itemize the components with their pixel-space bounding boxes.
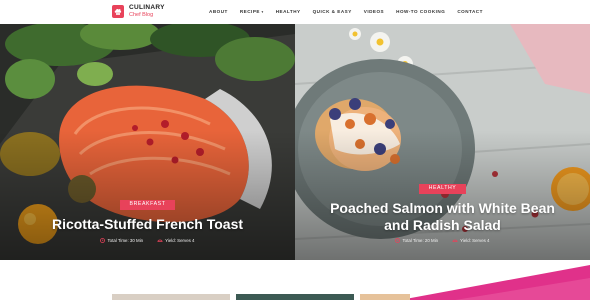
dish-icon: [452, 239, 458, 242]
chevron-down-icon: ▾: [261, 9, 264, 14]
dish-icon: [157, 239, 163, 242]
recipe-thumbnail[interactable]: [236, 294, 354, 300]
nav-contact[interactable]: CONTACT: [457, 9, 483, 14]
post-title[interactable]: Ricotta-Stuffed French Toast: [0, 216, 295, 233]
nav-quick-easy[interactable]: QUICK & EASY: [313, 9, 352, 14]
nav-how-to-cooking[interactable]: HOW-TO COOKING: [396, 9, 445, 14]
nav-about[interactable]: ABOUT: [209, 9, 228, 14]
nav-videos-label: VIDEOS: [363, 9, 385, 14]
nav-quick-easy-label: QUICK & EASY: [312, 9, 352, 14]
content-section: [0, 260, 590, 300]
post-yield: Yield: Serves 4: [452, 238, 490, 243]
post-time-label: Total Time: 30 Min: [107, 238, 144, 243]
post-caption: HEALTHY Poached Salmon with White Bean a…: [295, 176, 590, 234]
post-yield: Yield: Serves 4: [157, 238, 195, 243]
post-title-line-1: Poached Salmon with White Bean: [330, 200, 555, 216]
main-nav: ABOUT RECIPE ▾ HEALTHY QUICK & EASY VIDEO…: [209, 9, 495, 14]
brand-title: CULINARY: [129, 4, 165, 11]
clock-icon: [395, 238, 401, 243]
recipe-thumbnail[interactable]: [360, 294, 410, 300]
nav-how-to-cooking-label: HOW-TO COOKING: [396, 9, 446, 14]
nav-recipe-label: RECIPE: [239, 9, 260, 14]
post-meta: Total Time: 20 Min Yield: Serves 4: [295, 238, 590, 243]
site-logo[interactable]: CULINARY Chef Blog: [112, 4, 165, 18]
post-time: Total Time: 20 Min: [395, 238, 438, 243]
post-title[interactable]: Poached Salmon with White Bean and Radis…: [295, 200, 590, 234]
clock-icon: [100, 238, 106, 243]
nav-recipe[interactable]: RECIPE ▾: [240, 9, 264, 14]
brand-subtitle: Chef Blog: [129, 11, 154, 18]
site-header: CULINARY Chef Blog ABOUT RECIPE ▾ HEALTHY…: [0, 0, 590, 24]
featured-post-card[interactable]: HEALTHY Poached Salmon with White Bean a…: [295, 24, 590, 260]
post-yield-label: Yield: Serves 4: [460, 238, 490, 243]
recipe-thumbnail[interactable]: [112, 294, 230, 300]
featured-slider: BREAKFAST Ricotta-Stuffed French Toast T…: [0, 24, 590, 260]
featured-post-card[interactable]: BREAKFAST Ricotta-Stuffed French Toast T…: [0, 24, 295, 260]
post-time-label: Total Time: 20 Min: [402, 238, 439, 243]
nav-healthy-label: HEALTHY: [275, 9, 301, 14]
nav-healthy[interactable]: HEALTHY: [276, 9, 301, 14]
post-title-line-2: and Radish Salad: [384, 217, 501, 233]
category-badge[interactable]: HEALTHY: [418, 183, 467, 194]
post-time: Total Time: 30 Min: [100, 238, 143, 243]
post-caption: BREAKFAST Ricotta-Stuffed French Toast: [0, 192, 295, 233]
category-badge[interactable]: BREAKFAST: [119, 199, 176, 210]
nav-contact-label: CONTACT: [457, 9, 483, 14]
nav-videos[interactable]: VIDEOS: [364, 9, 384, 14]
nav-about-label: ABOUT: [209, 9, 228, 14]
post-yield-label: Yield: Serves 4: [165, 238, 195, 243]
post-meta: Total Time: 30 Min Yield: Serves 4: [0, 238, 295, 243]
chef-hat-icon: [112, 5, 124, 18]
